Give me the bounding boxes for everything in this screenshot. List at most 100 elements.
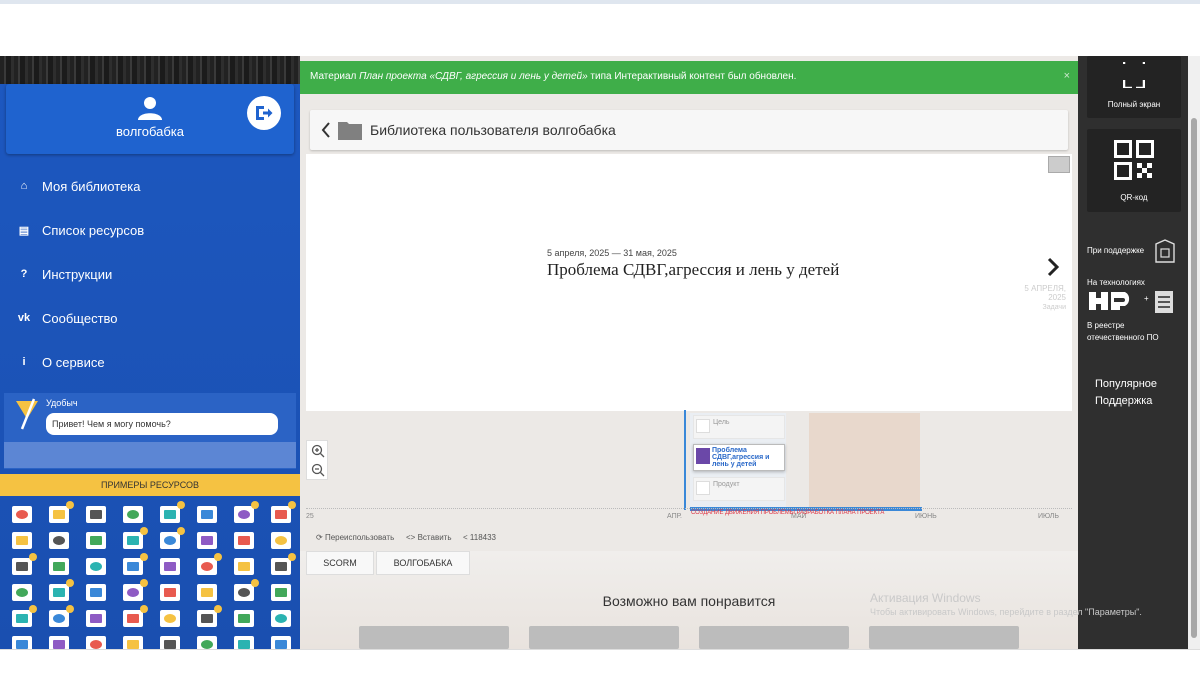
resource-type-icon <box>238 510 250 519</box>
elis-logo[interactable] <box>1154 290 1174 314</box>
resource-example-icon[interactable] <box>160 636 180 649</box>
resource-example-icon[interactable] <box>49 579 74 601</box>
resource-example-icon[interactable] <box>123 527 148 549</box>
sidebar-item-my-library[interactable]: ⌂ Моя библиотека <box>0 171 300 201</box>
support-fund-logo[interactable] <box>1155 239 1175 263</box>
popular-link[interactable]: Популярное <box>1095 376 1157 393</box>
tab-scorm[interactable]: SCORM <box>306 551 374 575</box>
share-icon: < <box>463 533 470 542</box>
resource-example-icon[interactable] <box>86 558 106 575</box>
sidebar-item-resource-list[interactable]: ▤ Список ресурсов <box>0 215 300 245</box>
resource-example-icon[interactable] <box>271 532 291 549</box>
resource-example-icon[interactable] <box>86 506 106 523</box>
resource-example-icon[interactable] <box>271 501 296 523</box>
resource-example-icon[interactable] <box>160 501 185 523</box>
timeline-slot-active[interactable]: Проблема СДВГ,агрессия и лень у детей <box>693 444 785 471</box>
resource-example-icon[interactable] <box>197 506 217 523</box>
resource-example-icon[interactable] <box>197 553 222 575</box>
resource-example-icon[interactable] <box>49 532 69 549</box>
resource-example-icon[interactable] <box>123 553 148 575</box>
resource-example-icon[interactable] <box>160 584 180 601</box>
sidebar-item-about[interactable]: i О сервисе <box>0 347 300 377</box>
resource-example-icon[interactable] <box>12 553 37 575</box>
resource-example-icon[interactable] <box>160 610 180 627</box>
page: волгобабка ⌂ Моя библиотека ▤ Список рес… <box>0 0 1200 675</box>
resource-example-icon[interactable] <box>271 553 296 575</box>
reuse-button[interactable]: ⟳ Переиспользовать <box>316 533 394 542</box>
resource-example-icon[interactable] <box>12 636 32 649</box>
share-button[interactable]: < 118433 <box>463 533 496 542</box>
fullscreen-button[interactable]: Полный экран <box>1087 56 1181 118</box>
resource-example-icon[interactable] <box>123 506 143 523</box>
zoom-out-icon[interactable] <box>311 463 325 477</box>
resource-type-icon <box>90 588 102 597</box>
right-links: Популярное Поддержка <box>1095 376 1157 410</box>
info-icon: i <box>22 356 26 368</box>
recommended-card[interactable] <box>699 626 849 649</box>
resource-example-icon[interactable] <box>123 579 148 601</box>
back-chevron-icon[interactable] <box>320 121 332 139</box>
resource-example-icon[interactable] <box>234 610 254 627</box>
resource-example-icon[interactable] <box>86 636 106 649</box>
resource-example-icon[interactable] <box>12 584 32 601</box>
qr-button[interactable]: QR-код <box>1087 129 1181 212</box>
resource-example-icon[interactable] <box>123 636 143 649</box>
resource-examples-header[interactable]: ПРИМЕРЫ РЕСУРСОВ <box>0 474 300 496</box>
resource-example-icon[interactable] <box>234 558 254 575</box>
resource-example-icon[interactable] <box>271 610 291 627</box>
timeline-marker-line <box>684 410 686 510</box>
resource-type-icon <box>90 614 102 623</box>
technology-label: На технологиях <box>1087 278 1145 287</box>
resource-example-icon[interactable] <box>234 532 254 549</box>
resource-example-icon[interactable] <box>12 532 32 549</box>
zoom-in-icon[interactable] <box>311 444 325 458</box>
expand-icon[interactable] <box>1048 156 1070 173</box>
timeline-slot[interactable]: Продукт <box>693 477 785 501</box>
new-badge-icon <box>288 553 296 561</box>
resource-example-icon[interactable] <box>234 636 254 649</box>
resource-example-icon[interactable] <box>197 532 217 549</box>
sidebar-item-instructions[interactable]: ? Инструкции <box>0 259 300 289</box>
resource-example-icon[interactable] <box>86 584 106 601</box>
notice-close-button[interactable]: × <box>1064 70 1070 82</box>
resource-example-icon[interactable] <box>49 636 69 649</box>
resource-example-icon[interactable] <box>49 501 74 523</box>
sidebar-item-label: Моя библиотека <box>42 178 141 194</box>
timeline-event-title: Проблема СДВГ,агрессия и лень у детей <box>547 260 840 279</box>
resource-example-icon[interactable] <box>160 527 185 549</box>
fullscreen-icon <box>1123 62 1145 88</box>
resource-example-icon[interactable] <box>197 605 222 627</box>
resource-type-icon <box>127 562 139 571</box>
recommended-card[interactable] <box>529 626 679 649</box>
sidebar-item-community[interactable]: vk Сообщество <box>0 303 300 333</box>
support-link[interactable]: Поддержка <box>1095 393 1157 410</box>
resource-example-icon[interactable] <box>49 605 74 627</box>
resource-example-icon[interactable] <box>123 605 148 627</box>
resource-example-icon[interactable] <box>12 605 37 627</box>
chevron-right-icon[interactable] <box>1046 257 1060 277</box>
resource-example-icon[interactable] <box>271 636 291 649</box>
tab-author[interactable]: ВОЛГОБАБКА <box>376 551 470 575</box>
resource-example-icon[interactable] <box>86 610 106 627</box>
resource-example-icon[interactable] <box>12 506 32 523</box>
timeline-slot[interactable]: Цель <box>693 415 785 439</box>
resource-example-icon[interactable] <box>160 558 180 575</box>
library-header: Библиотека пользователя волгобабка <box>310 110 1068 150</box>
recommended-card[interactable] <box>359 626 509 649</box>
scrollbar-thumb[interactable] <box>1191 118 1197 638</box>
logout-button[interactable] <box>247 96 281 130</box>
recommended-card[interactable] <box>869 626 1019 649</box>
embed-button[interactable]: <> Вставить <box>406 533 452 542</box>
resource-type-icon <box>275 536 287 545</box>
chat-input-strip[interactable] <box>4 442 296 468</box>
user-card: волгобабка <box>6 84 294 154</box>
resource-type-icon <box>238 536 250 545</box>
resource-example-icon[interactable] <box>86 532 106 549</box>
resource-example-icon[interactable] <box>234 501 259 523</box>
resource-example-icon[interactable] <box>49 558 69 575</box>
resource-example-icon[interactable] <box>197 584 217 601</box>
resource-example-icon[interactable] <box>197 636 217 649</box>
resource-example-icon[interactable] <box>234 579 259 601</box>
resource-example-icon[interactable] <box>271 584 291 601</box>
h5p-logo[interactable] <box>1087 290 1143 312</box>
